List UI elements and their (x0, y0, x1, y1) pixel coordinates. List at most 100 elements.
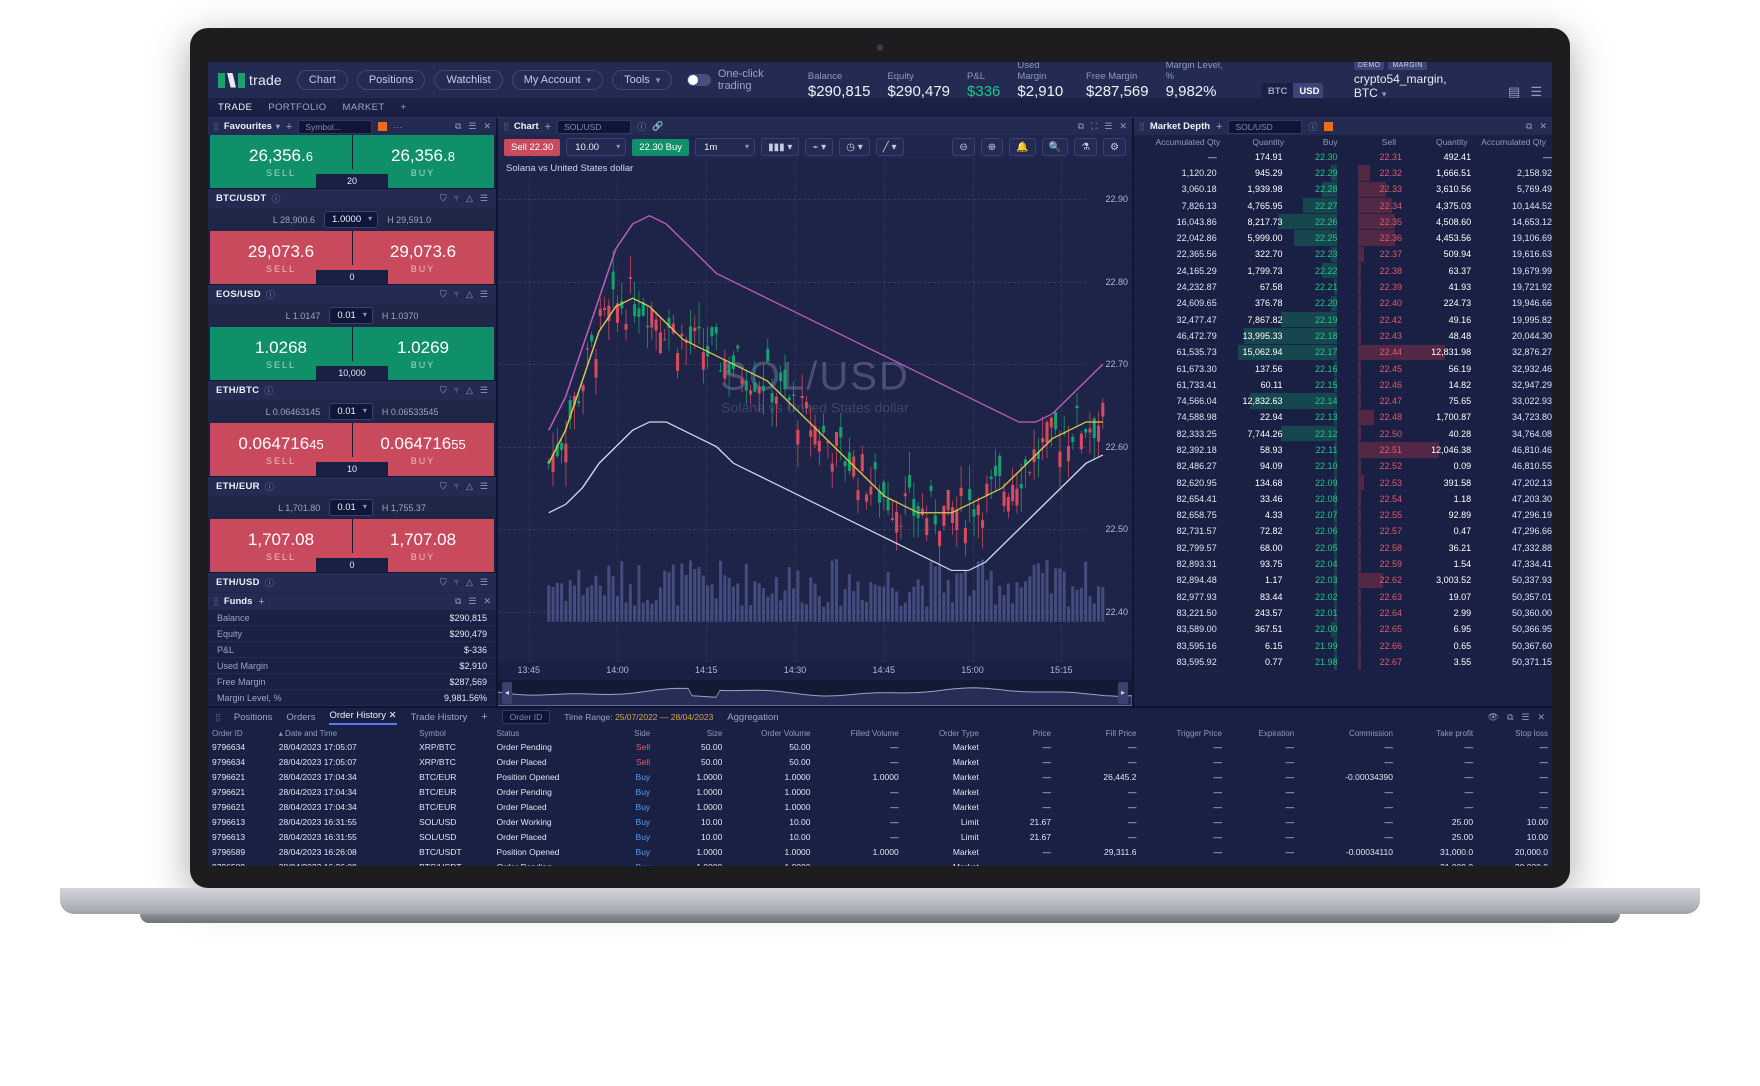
add-workspace-tab-icon[interactable]: + (401, 102, 407, 113)
more-options-icon[interactable]: ··· (393, 122, 402, 132)
menu-my-account[interactable]: My Account (511, 70, 604, 90)
market-depth-row[interactable]: 82,486.27 94.09 22.10 22.52 0.09 46,810.55 (1134, 458, 1552, 475)
market-depth-row[interactable]: 82,799.57 68.00 22.05 22.58 36.21 47,332.88 (1134, 540, 1552, 557)
buy-price[interactable]: 22.11 (1291, 445, 1346, 455)
market-depth-row[interactable]: 82,731.57 72.82 22.06 22.57 0.47 47,296.66 (1134, 523, 1552, 541)
column-header[interactable]: Commission (1298, 726, 1397, 740)
chart-buy-button[interactable]: 22.30 Buy (632, 138, 690, 156)
sell-price[interactable]: 22.52 (1346, 461, 1404, 471)
buy-price[interactable]: 22.13 (1291, 412, 1346, 422)
buy-price[interactable]: 22.20 (1291, 298, 1346, 308)
zoom-out-icon[interactable]: ⊖ (952, 138, 975, 156)
depth-icon[interactable]: ⑂ (454, 385, 459, 396)
sell-price[interactable]: 22.48 (1346, 412, 1404, 422)
close-icon[interactable]: ✕ (1537, 712, 1545, 723)
buy-price[interactable]: 22.00 (1291, 624, 1346, 634)
add-market-depth-icon[interactable]: + (1216, 121, 1222, 133)
shield-icon[interactable]: ⛉ (440, 577, 447, 588)
info-icon[interactable]: ⓘ (637, 120, 646, 133)
market-depth-row[interactable]: 24,232.87 67.58 22.21 22.39 41.93 19,721.92 (1134, 279, 1552, 296)
tab-orders[interactable]: Orders (286, 712, 315, 723)
market-depth-row[interactable]: 82,894.48 1.17 22.03 22.62 3,003.52 50,337.93 (1134, 572, 1552, 590)
one-click-trading-toggle[interactable]: One-click trading (687, 68, 799, 92)
shield-icon[interactable]: ⛉ (440, 289, 447, 300)
table-row[interactable]: 9796634 28/04/2023 17:05:07 XRP/BTC Order P… (208, 754, 1552, 770)
table-row[interactable]: 9796589 28/04/2023 16:26:08 BTC/USDT Positi… (208, 844, 1552, 860)
link-color-swatch[interactable] (378, 122, 388, 131)
sell-price[interactable]: 22.45 (1346, 364, 1404, 374)
navigator-right-handle[interactable]: ▸ (1118, 682, 1128, 704)
column-header[interactable]: Trigger Price (1140, 726, 1226, 740)
sell-price[interactable]: 22.53 (1346, 478, 1404, 488)
market-depth-row[interactable]: 83,595.16 6.15 21.99 22.66 0.65 50,367.60 (1134, 637, 1552, 655)
add-funds-widget-icon[interactable]: + (258, 596, 264, 608)
info-icon[interactable]: ⓘ (271, 192, 280, 205)
add-watchlist-icon[interactable]: + (286, 121, 292, 133)
market-depth-row[interactable]: 1,120.20 945.29 22.29 22.32 1,666.51 2,158.92 (1134, 165, 1552, 182)
link-icon[interactable]: 🔗 (652, 121, 663, 132)
table-row[interactable]: 9796634 28/04/2023 17:05:07 XRP/BTC Order P… (208, 740, 1552, 755)
workspace-tab-trade[interactable]: TRADE (218, 102, 252, 113)
column-header[interactable]: ▴ Date and Time (275, 726, 415, 740)
nav-pill-chart[interactable]: Chart (296, 70, 348, 90)
buy-price[interactable]: 22.26 (1291, 217, 1346, 227)
table-row[interactable]: 9796621 28/04/2023 17:04:34 BTC/EUR Positio… (208, 769, 1552, 785)
sell-price[interactable]: 22.31 (1346, 152, 1404, 162)
market-depth-row[interactable]: 24,609.65 376.78 22.20 22.40 224.73 19,946.66 (1134, 295, 1552, 312)
search-chart-icon[interactable]: 🔍 (1041, 138, 1069, 156)
sell-price[interactable]: 22.34 (1346, 201, 1404, 211)
market-depth-row[interactable]: 61,535.73 15,062.94 22.17 22.44 12,831.98 32,… (1134, 344, 1552, 361)
buy-price[interactable]: 22.03 (1291, 575, 1346, 585)
drag-grip-icon[interactable]: ⣿ (213, 597, 219, 606)
chart-symbol-input[interactable]: SOL/USD (557, 119, 632, 134)
column-header[interactable]: Order Volume (726, 726, 814, 740)
add-tab-icon[interactable]: + (481, 711, 487, 723)
depth-icon[interactable]: ⑂ (454, 289, 459, 300)
workspace-tab-market[interactable]: MARKET (343, 102, 385, 113)
buy-price[interactable]: 22.05 (1291, 543, 1346, 553)
column-header[interactable]: Take profit (1397, 726, 1477, 740)
watchlist-symbol-header[interactable]: ETH/USD ⓘ ⛉ ⑂ △ ☰ (208, 572, 496, 592)
buy-price[interactable]: 22.08 (1291, 494, 1346, 504)
alert-bell-icon[interactable]: △ (466, 385, 473, 396)
sell-price[interactable]: 22.50 (1346, 429, 1404, 439)
account-selector[interactable]: DEMO MARGIN crypto54_margin, BTC (1353, 62, 1477, 100)
depth-icon[interactable]: ⑂ (454, 193, 459, 204)
sell-price[interactable]: 22.35 (1346, 217, 1404, 227)
sell-price[interactable]: 22.54 (1346, 494, 1404, 504)
sell-price[interactable]: 22.32 (1346, 168, 1404, 178)
market-depth-symbol-input[interactable]: SOL/USD (1228, 119, 1303, 134)
panel-menu-icon[interactable]: ☰ (468, 121, 476, 132)
order-quantity-select[interactable]: 0.01 (329, 307, 373, 324)
order-quantity-select[interactable]: 1.0000 (324, 211, 379, 228)
tab-trade-history[interactable]: Trade History (411, 712, 468, 723)
watchlist-quote[interactable]: 0.06471645 SELL 0.06471655 BUY 10 (210, 423, 494, 476)
table-row[interactable]: 9796613 28/04/2023 16:31:55 SOL/USD Order W… (208, 814, 1552, 830)
buy-price[interactable]: 22.14 (1291, 396, 1346, 406)
buy-price[interactable]: 22.07 (1291, 510, 1346, 520)
buy-price[interactable]: 22.16 (1291, 364, 1346, 374)
sell-price[interactable]: 22.37 (1346, 249, 1404, 259)
link-color-swatch[interactable] (1323, 122, 1333, 131)
buy-price[interactable]: 22.21 (1291, 282, 1346, 292)
market-depth-row[interactable]: 24,165.29 1,799.73 22.22 22.38 63.37 19,679.9… (1134, 263, 1552, 280)
buy-price[interactable]: 22.25 (1291, 233, 1346, 243)
drag-grip-icon[interactable]: ⣿ (1139, 122, 1145, 131)
watchlist-symbol-header[interactable]: ETH/BTC ⓘ ⛉ ⑂ △ ☰ (208, 380, 496, 400)
expand-icon[interactable]: ⧉ (1078, 121, 1084, 132)
market-depth-row[interactable]: 82,658.75 4.33 22.07 22.55 92.89 47,296.19 (1134, 507, 1552, 524)
expand-icon[interactable]: ⧉ (1526, 121, 1532, 132)
sell-price[interactable]: 22.40 (1346, 298, 1404, 308)
column-header[interactable]: Expiration (1226, 726, 1298, 740)
row-menu-icon[interactable]: ☰ (480, 481, 488, 492)
chart-navigator[interactable]: ◂ ▸ (498, 680, 1132, 706)
time-settings-icon[interactable]: ◷ ▾ (839, 138, 870, 156)
sell-price[interactable]: 22.39 (1346, 282, 1404, 292)
watchlist-symbol-header[interactable]: BTC/USDT ⓘ ⛉ ⑂ △ ☰ (208, 188, 496, 208)
sell-price[interactable]: 22.38 (1346, 266, 1404, 276)
market-depth-row[interactable]: — 174.91 22.30 22.31 492.41 — (1134, 149, 1552, 166)
add-chart-icon[interactable]: + (545, 121, 551, 133)
alerts-icon[interactable]: 🔔 (1009, 138, 1036, 156)
chart-timeframe-select[interactable]: 1m (695, 138, 756, 156)
sell-price[interactable]: 22.58 (1346, 543, 1404, 553)
